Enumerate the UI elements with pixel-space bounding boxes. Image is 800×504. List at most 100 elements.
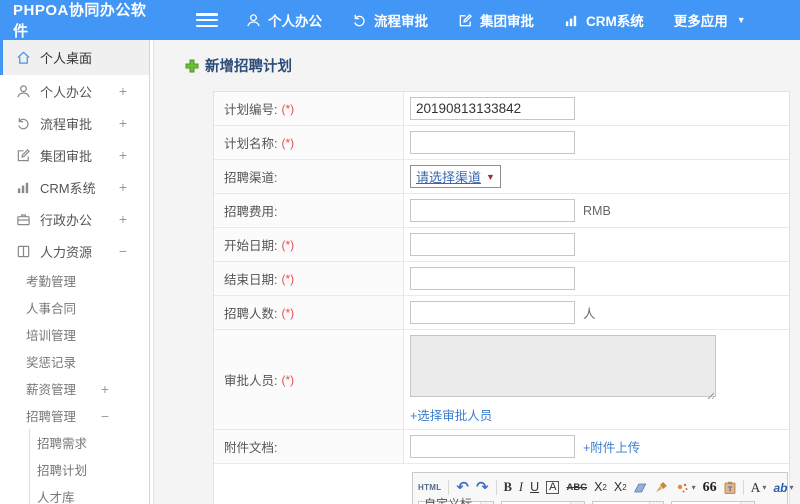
user-icon [15,84,31,99]
superscript-button[interactable]: X2 [594,481,607,494]
subscript-button[interactable]: X2 [614,481,627,494]
sidebar-item-salary[interactable]: 薪资管理 + [0,375,149,402]
plan-number-input[interactable] [410,97,575,120]
paste-icon[interactable]: T [724,481,736,494]
recruitment-submenu: 招聘需求 招聘计划 人才库 [29,429,149,504]
required-mark: (*) [281,372,295,387]
add-plus-icon [185,59,199,73]
nav-more-apps[interactable]: 更多应用 ▼ [674,10,746,30]
hr-submenu: 考勤管理 人事合同 培训管理 奖惩记录 薪资管理 + 招聘管理 − 招聘需求 招… [0,267,149,504]
undo-icon[interactable]: ↶ [456,480,469,495]
book-icon [15,244,31,259]
sidebar-item-desktop[interactable]: 个人桌面 [0,40,149,75]
highlight-color-button[interactable]: ab ▾ [773,482,793,494]
field-label: 招聘费用: [224,205,278,219]
sidebar-item-recruit-plan[interactable]: 招聘计划 [30,456,149,483]
field-label: 结束日期: [224,273,278,287]
recruit-plan-form: 计划编号:(*) 计划名称:(*) 招聘渠道: 请选择渠道 ▼ [213,91,793,504]
sidebar-item-workflow-approval[interactable]: 流程审批 + [0,107,149,139]
sidebar-item-recruitment[interactable]: 招聘管理 − [0,402,149,429]
field-label: 计划名称: [224,137,278,151]
format-painter-icon[interactable]: ▾ [676,482,696,494]
underline-button[interactable]: U [530,481,539,494]
form-row: 结束日期: (*) [214,262,789,296]
start-date-input[interactable] [410,233,575,256]
caret-down-icon: ▼ [486,171,495,182]
app-logo: PHPOA协同办公软件 [13,2,147,40]
sidebar-item-talent-pool[interactable]: 人才库 [30,483,149,504]
home-icon [15,50,31,65]
top-nav: 个人办公 流程审批 集团审批 CRM系统 更多应用 ▼ [246,10,746,30]
end-date-input[interactable] [410,267,575,290]
edit-icon [458,13,473,28]
unit-suffix: 人 [583,307,596,321]
field-label: 计划编号: [224,103,278,117]
chart-icon [15,180,31,195]
upload-attachment-link[interactable]: +附件上传 [583,437,640,456]
fee-input[interactable] [410,199,575,222]
expand-icon[interactable]: + [119,212,127,226]
attachment-input[interactable] [410,435,575,458]
caret-down-icon: ▾ [762,482,767,492]
strikethrough-button[interactable]: ABC [566,483,587,493]
main-content: 新增招聘计划 计划编号:(*) 计划名称:(*) 招聘渠道: 请选择渠道 [154,40,800,504]
italic-button[interactable]: I [519,481,523,494]
select-approver-link[interactable]: +选择审批人员 [410,405,492,424]
sidebar-item-recruit-demand[interactable]: 招聘需求 [30,429,149,456]
nav-group-approval[interactable]: 集团审批 [458,10,534,30]
nav-crm-system[interactable]: CRM系统 [564,10,644,30]
sidebar-item-attendance[interactable]: 考勤管理 [0,267,149,294]
sidebar-item-hr[interactable]: 人力资源 − [0,235,149,267]
nav-workflow-approval[interactable]: 流程审批 [352,10,428,30]
eraser-icon[interactable] [633,482,648,494]
sidebar-item-training[interactable]: 培训管理 [0,321,149,348]
font-color-button[interactable]: A ▾ [751,481,767,495]
expand-icon[interactable]: + [119,116,127,130]
blockquote-button[interactable]: 66 [703,480,717,495]
sidebar-item-admin-office[interactable]: 行政办公 + [0,203,149,235]
collapse-icon[interactable]: − [119,244,127,258]
rich-text-editor: HTML ↶ ↷ B I U A ABC X 2 X 2 ▾ 66 T A ▾ … [412,472,793,504]
form-row: 计划编号: (*) [214,92,789,126]
clear-format-brush-icon[interactable] [655,481,669,494]
process-icon [352,13,367,28]
field-label: 附件文档: [224,441,278,455]
field-label: 审批人员: [224,374,278,388]
form-row: 审批人员: (*) +选择审批人员 [214,330,789,430]
field-label: 开始日期: [224,239,278,253]
currency-suffix: RMB [583,203,611,218]
expand-icon[interactable]: + [119,148,127,162]
expand-icon[interactable]: + [119,84,127,98]
field-label: 招聘渠道: [224,171,278,185]
plan-name-input[interactable] [410,131,575,154]
required-mark: (*) [281,305,295,320]
bold-button[interactable]: B [504,481,512,494]
caret-down-icon: ▾ [691,482,696,492]
chart-icon [564,13,579,28]
process-icon [15,116,31,131]
edit-icon [15,148,31,163]
redo-icon[interactable]: ↷ [476,480,489,495]
expand-icon[interactable]: + [101,382,109,396]
channel-select[interactable]: 请选择渠道 ▼ [410,165,501,188]
expand-icon[interactable]: + [119,180,127,194]
sidebar-item-group-approval[interactable]: 集团审批 + [0,139,149,171]
required-mark: (*) [281,237,295,252]
page-title: 新增招聘计划 [185,55,800,76]
form-row: 招聘渠道: 请选择渠道 ▼ [214,160,789,194]
sidebar-item-hr-contract[interactable]: 人事合同 [0,294,149,321]
hamburger-menu-icon[interactable] [196,13,218,27]
approver-textarea[interactable] [410,335,716,397]
caret-down-icon: ▼ [736,15,746,25]
html-source-button[interactable]: HTML [418,483,441,492]
app-window: PHPOA协同办公软件 个人办公 流程审批 集团审批 CRM系统 更多应用 ▼ [0,0,800,504]
nav-personal-office[interactable]: 个人办公 [246,10,322,30]
sidebar-item-rewards[interactable]: 奖惩记录 [0,348,149,375]
required-mark: (*) [281,271,295,286]
form-row: 开始日期: (*) [214,228,789,262]
anchor-button[interactable]: A [546,481,560,494]
sidebar-item-crm[interactable]: CRM系统 + [0,171,149,203]
collapse-icon[interactable]: − [101,409,109,423]
sidebar-item-personal-office[interactable]: 个人办公 + [0,75,149,107]
headcount-input[interactable] [410,301,575,324]
